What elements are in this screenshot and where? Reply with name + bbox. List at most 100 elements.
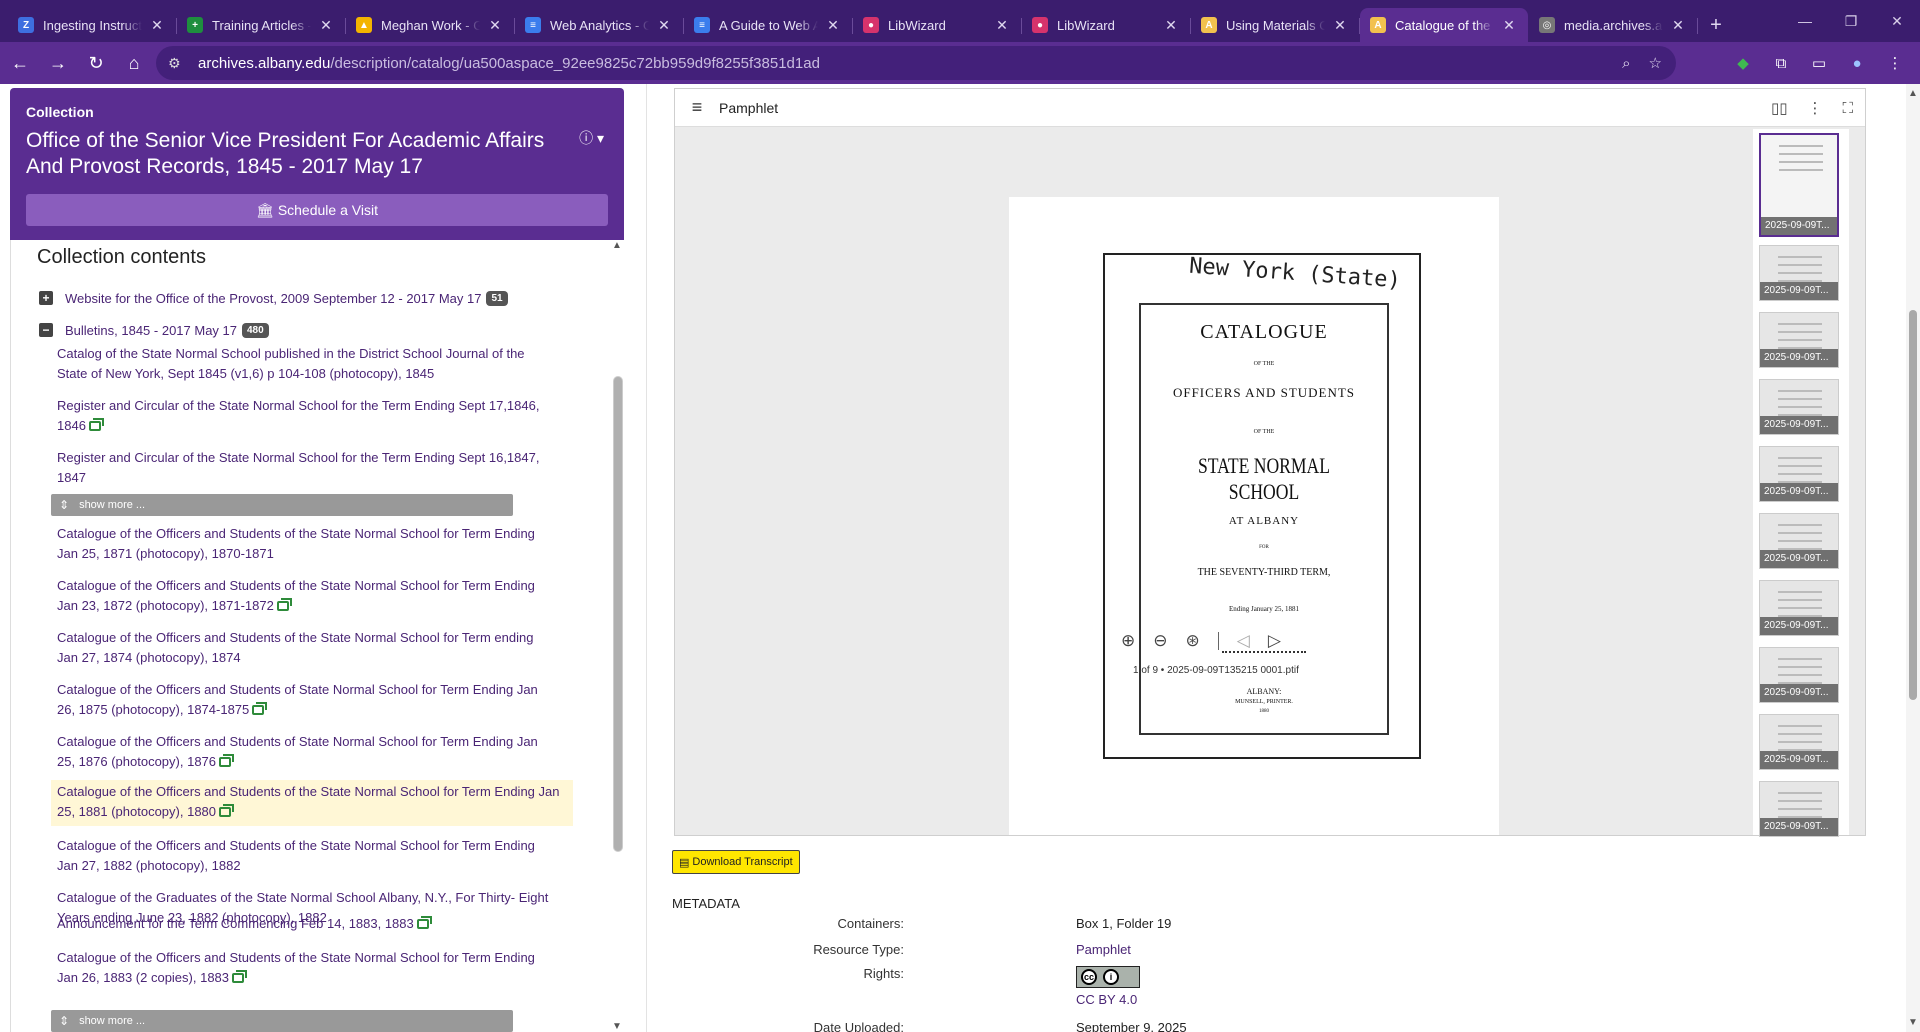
contents-item[interactable]: Catalogue of the Officers and Students o… xyxy=(57,836,567,876)
page-thumbnail[interactable]: 2025-09-09T... xyxy=(1759,379,1839,435)
browser-tab[interactable]: A Using Materials Or ✕ xyxy=(1191,8,1360,42)
contents-item[interactable]: Announcement for the Term Commencing Feb… xyxy=(57,914,567,934)
scroll-up-icon[interactable]: ▲ xyxy=(612,240,622,251)
fullscreen-icon[interactable]: ⛶ xyxy=(1842,100,1853,117)
page-thumbnail[interactable]: 2025-09-09T... xyxy=(1759,446,1839,502)
contents-item[interactable]: Catalogue of the Officers and Students o… xyxy=(57,524,567,564)
contents-item-link[interactable]: Catalogue of the Officers and Students o… xyxy=(57,838,535,873)
contents-item-link[interactable]: Catalogue of the Officers and Students o… xyxy=(57,734,538,769)
reading-list-icon[interactable]: ▭ xyxy=(1802,46,1836,80)
browser-tab[interactable]: ● LibWizard ✕ xyxy=(853,8,1022,42)
profile-avatar-icon[interactable]: ● xyxy=(1840,46,1874,80)
browser-tab[interactable]: ≡ Web Analytics - Go ✕ xyxy=(515,8,684,42)
contents-item-link[interactable]: Catalogue of the Officers and Students o… xyxy=(57,630,533,665)
scanned-page[interactable]: New York (State) CATALOGUE OF THE OFFICE… xyxy=(1009,197,1499,835)
browser-tab[interactable]: ▲ Meghan Work - Go ✕ xyxy=(346,8,515,42)
browser-tab[interactable]: ≡ A Guide to Web A ✕ xyxy=(684,8,853,42)
contents-item[interactable]: Catalogue of the Officers and Students o… xyxy=(51,780,573,826)
close-tab-icon[interactable]: ✕ xyxy=(655,17,673,34)
zoom-icon[interactable]: ⌕ xyxy=(1622,55,1630,72)
close-window-icon[interactable]: ✕ xyxy=(1874,0,1920,42)
page-thumbnail[interactable]: 2025-09-09T... xyxy=(1759,312,1839,368)
contents-item[interactable]: Catalogue of the Officers and Students o… xyxy=(57,732,567,772)
expand-icon[interactable]: + xyxy=(39,291,53,305)
info-dropdown-icon[interactable]: ⓘ ▾ xyxy=(579,128,604,148)
metadata-value-link[interactable]: CC BY 4.0 xyxy=(1076,992,1137,1007)
extension-icon[interactable]: ◆ xyxy=(1726,46,1760,80)
reset-zoom-icon[interactable]: ⊛ xyxy=(1186,631,1200,651)
browser-tab[interactable]: ● LibWizard ✕ xyxy=(1022,8,1191,42)
close-tab-icon[interactable]: ✕ xyxy=(486,17,504,34)
new-tab-button[interactable]: + xyxy=(1698,8,1734,42)
page-scrollbar[interactable]: ▲ ▼ xyxy=(1906,84,1920,1032)
next-page-icon[interactable]: ▷ xyxy=(1268,631,1281,651)
page-scroll-up-icon[interactable]: ▲ xyxy=(1908,88,1918,99)
cc-license-badge[interactable]: cc i xyxy=(1076,966,1140,991)
close-tab-icon[interactable]: ✕ xyxy=(148,17,166,34)
page-thumbnail[interactable]: 2025-09-09T... xyxy=(1759,714,1839,770)
browser-menu-icon[interactable]: ⋮ xyxy=(1878,46,1912,80)
page-thumbnail[interactable]: 2025-09-09T... xyxy=(1759,513,1839,569)
close-tab-icon[interactable]: ✕ xyxy=(1500,17,1518,34)
home-icon[interactable]: ⌂ xyxy=(116,45,152,81)
browser-tab[interactable]: Z Ingesting Instructi ✕ xyxy=(8,8,177,42)
reload-icon[interactable]: ↻ xyxy=(78,45,114,81)
contents-item-link[interactable]: Announcement for the Term Commencing Feb… xyxy=(57,916,414,931)
contents-item[interactable]: Catalogue of the Officers and Students o… xyxy=(57,948,567,988)
browser-tab[interactable]: ◎ media.archives.alb ✕ xyxy=(1529,8,1698,42)
book-view-icon[interactable]: ▯▯ xyxy=(1771,99,1788,117)
contents-item-link[interactable]: Catalogue of the Officers and Students o… xyxy=(57,784,559,819)
zoom-in-icon[interactable]: ⊕ xyxy=(1121,631,1135,651)
page-thumbnail[interactable]: 2025-09-09T... xyxy=(1759,133,1839,237)
contents-item[interactable]: Catalog of the State Normal School publi… xyxy=(57,344,567,384)
page-scroll-down-icon[interactable]: ▼ xyxy=(1908,1017,1918,1028)
browser-tab[interactable]: A Catalogue of the O ✕ xyxy=(1360,8,1528,42)
contents-item[interactable]: Catalogue of the Officers and Students o… xyxy=(57,680,567,720)
page-thumbnail[interactable]: 2025-09-09T... xyxy=(1759,647,1839,703)
close-tab-icon[interactable]: ✕ xyxy=(1331,17,1349,34)
contents-item[interactable]: Catalogue of the Officers and Students o… xyxy=(57,628,567,668)
page-scroll-thumb[interactable] xyxy=(1909,310,1917,700)
close-tab-icon[interactable]: ✕ xyxy=(1669,17,1687,34)
back-icon[interactable]: ← xyxy=(2,45,38,81)
contents-item[interactable]: Register and Circular of the State Norma… xyxy=(57,448,567,488)
zoom-out-icon[interactable]: ⊖ xyxy=(1153,631,1167,651)
address-bar[interactable]: ⚙ archives.albany.edu/description/catalo… xyxy=(156,46,1676,80)
contents-item-link[interactable]: Catalogue of the Officers and Students o… xyxy=(57,578,535,613)
schedule-visit-button[interactable]: 🏛 Schedule a Visit xyxy=(26,194,608,226)
contents-scroll-thumb[interactable] xyxy=(613,376,623,852)
close-tab-icon[interactable]: ✕ xyxy=(824,17,842,34)
restore-icon[interactable]: ❐ xyxy=(1828,0,1874,42)
browser-tab[interactable]: + Training Articles - ✕ xyxy=(177,8,346,42)
previous-page-icon[interactable]: ◁ xyxy=(1237,631,1250,651)
series-link[interactable]: Website for the Office of the Provost, 2… xyxy=(65,291,481,306)
contents-item[interactable]: Catalogue of the Officers and Students o… xyxy=(57,576,567,616)
hamburger-menu-icon[interactable]: ≡ xyxy=(675,97,719,118)
close-tab-icon[interactable]: ✕ xyxy=(993,17,1011,34)
more-options-icon[interactable]: ⋮ xyxy=(1807,99,1822,117)
site-info-icon[interactable]: ⚙ xyxy=(168,55,188,72)
contents-item-link[interactable]: Catalogue of the Officers and Students o… xyxy=(57,526,535,561)
close-tab-icon[interactable]: ✕ xyxy=(1162,17,1180,34)
forward-icon[interactable]: → xyxy=(40,45,76,81)
show-more-button[interactable]: ⇕ show more ... xyxy=(51,1010,513,1032)
download-transcript-button[interactable]: ▤ Download Transcript xyxy=(672,850,800,874)
scroll-down-icon[interactable]: ▼ xyxy=(612,1021,622,1032)
series-link[interactable]: Bulletins, 1845 - 2017 May 17 xyxy=(65,323,237,338)
extensions-puzzle-icon[interactable]: ⧉ xyxy=(1764,46,1798,80)
contents-item-link[interactable]: Register and Circular of the State Norma… xyxy=(57,450,539,485)
contents-item[interactable]: Register and Circular of the State Norma… xyxy=(57,396,567,436)
page-thumbnail[interactable]: 2025-09-09T... xyxy=(1759,781,1839,837)
collapse-icon[interactable]: − xyxy=(39,323,53,337)
page-thumbnail[interactable]: 2025-09-09T... xyxy=(1759,245,1839,301)
close-tab-icon[interactable]: ✕ xyxy=(317,17,335,34)
page-thumbnail[interactable]: 2025-09-09T... xyxy=(1759,580,1839,636)
contents-item-link[interactable]: Register and Circular of the State Norma… xyxy=(57,398,539,433)
bookmark-star-icon[interactable]: ☆ xyxy=(1649,54,1662,72)
metadata-value[interactable]: Pamphlet xyxy=(1076,942,1131,957)
contents-item-link[interactable]: Catalogue of the Officers and Students o… xyxy=(57,950,535,985)
contents-scrollbar[interactable]: ▲ ▼ xyxy=(611,240,625,1032)
contents-item-link[interactable]: Catalogue of the Officers and Students o… xyxy=(57,682,538,717)
contents-item-link[interactable]: Catalog of the State Normal School publi… xyxy=(57,346,525,381)
minimize-icon[interactable]: — xyxy=(1782,0,1828,42)
